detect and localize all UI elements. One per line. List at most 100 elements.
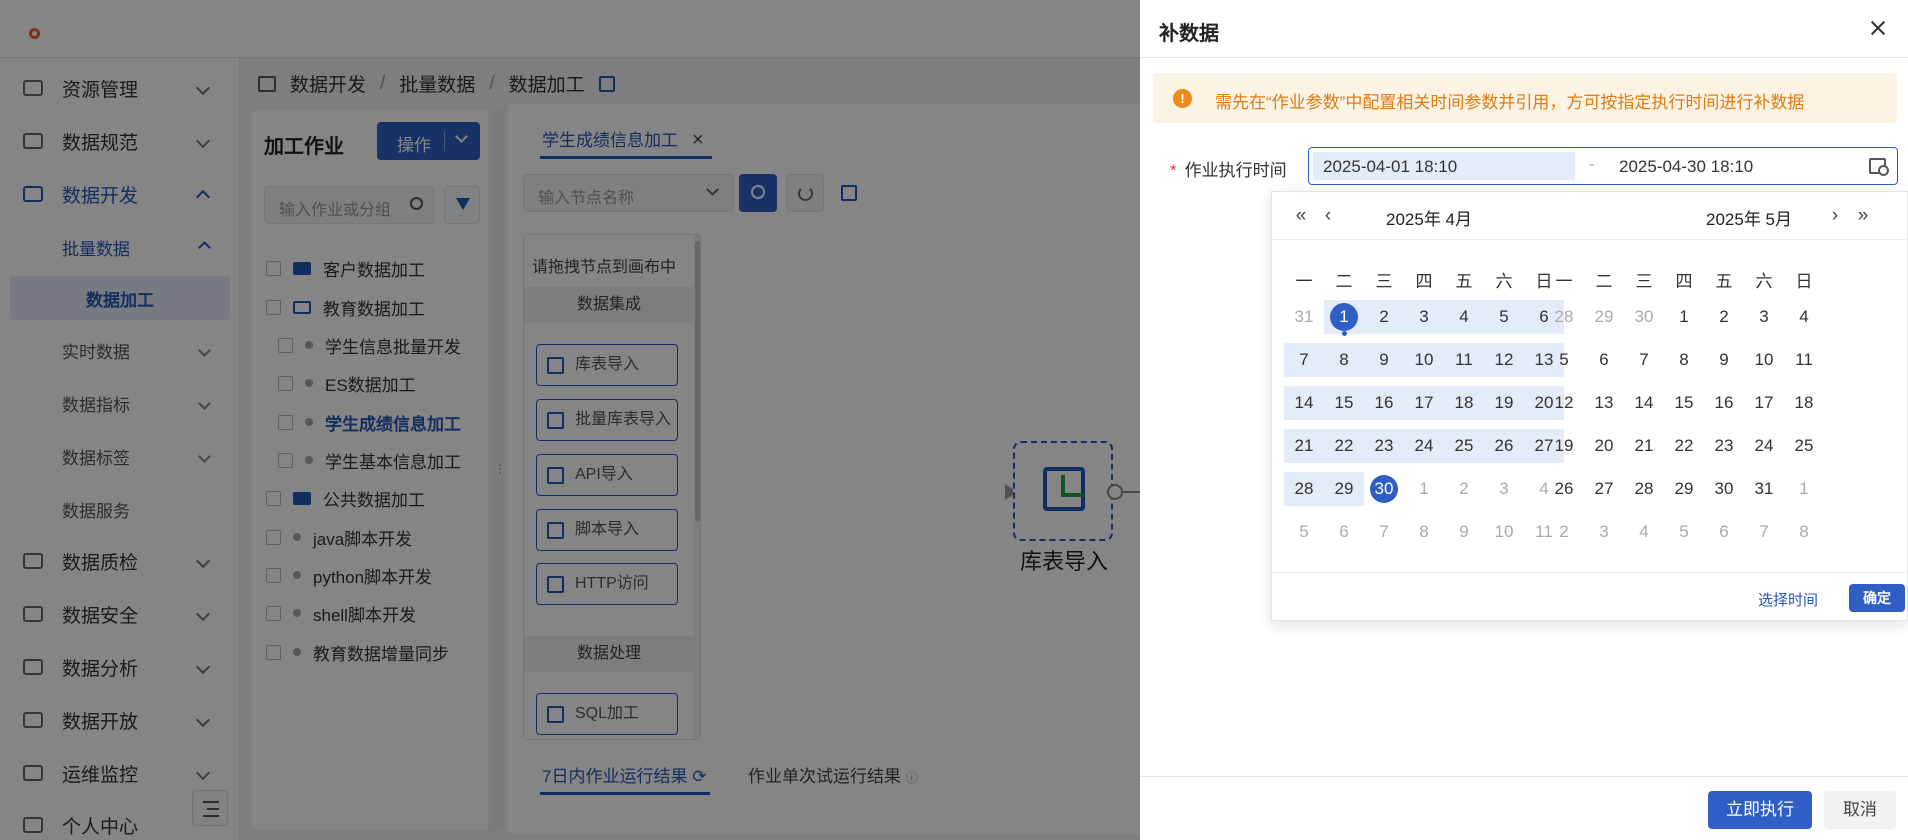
- calendar-day[interactable]: 5: [1544, 343, 1584, 377]
- calendar-day[interactable]: 22: [1324, 429, 1364, 463]
- calendar-day[interactable]: 27: [1584, 472, 1624, 506]
- run-now-button[interactable]: 立即执行: [1708, 791, 1812, 829]
- calendar-day[interactable]: 10: [1744, 343, 1784, 377]
- calendar-day[interactable]: 24: [1404, 429, 1444, 463]
- date-range-input[interactable]: 2025-04-01 18:10 - 2025-04-30 18:10: [1308, 147, 1898, 185]
- calendar-day[interactable]: 10: [1404, 343, 1444, 377]
- calendar-day[interactable]: 12: [1544, 386, 1584, 420]
- calendar-day[interactable]: 2: [1704, 300, 1744, 334]
- select-time-link[interactable]: 选择时间: [1758, 589, 1818, 610]
- calendar-day[interactable]: 23: [1364, 429, 1404, 463]
- picker-header: « ‹ 2025年 4月 2025年 5月 › »: [1272, 192, 1908, 240]
- calendar-day[interactable]: 15: [1664, 386, 1704, 420]
- calendar-day[interactable]: 23: [1704, 429, 1744, 463]
- calendar-day[interactable]: 1: [1664, 300, 1704, 334]
- calendar-day[interactable]: 30: [1704, 472, 1744, 506]
- calendar-day[interactable]: 29: [1584, 300, 1624, 334]
- calendar-day[interactable]: 31: [1744, 472, 1784, 506]
- calendar-clock-icon[interactable]: [1869, 158, 1889, 176]
- weekday-header: 一: [1555, 272, 1573, 291]
- calendar-day[interactable]: 14: [1284, 386, 1324, 420]
- left-month-title[interactable]: 2025年 4月: [1386, 205, 1472, 230]
- calendar-day[interactable]: 4: [1784, 300, 1824, 334]
- calendar-day[interactable]: 28: [1544, 300, 1584, 334]
- calendar-day[interactable]: 5: [1284, 515, 1324, 549]
- calendar-day[interactable]: 1: [1404, 472, 1444, 506]
- calendar-day[interactable]: 3: [1584, 515, 1624, 549]
- calendar-day[interactable]: 7: [1744, 515, 1784, 549]
- calendar-day[interactable]: 20: [1584, 429, 1624, 463]
- calendar-day[interactable]: 10: [1484, 515, 1524, 549]
- calendar-day[interactable]: 9: [1364, 343, 1404, 377]
- drawer-title: 补数据: [1159, 23, 1219, 45]
- calendar-day[interactable]: 29: [1664, 472, 1704, 506]
- calendar-day[interactable]: 8: [1664, 343, 1704, 377]
- calendar-day[interactable]: 8: [1784, 515, 1824, 549]
- end-date-field[interactable]: 2025-04-30 18:10: [1609, 152, 1859, 180]
- calendar-day[interactable]: 9: [1444, 515, 1484, 549]
- calendar-day[interactable]: 3: [1744, 300, 1784, 334]
- calendar-day[interactable]: 2: [1544, 515, 1584, 549]
- calendar-day[interactable]: 17: [1404, 386, 1444, 420]
- next-month-icon[interactable]: ›: [1824, 205, 1846, 227]
- required-mark: *: [1170, 161, 1177, 180]
- field-label: * 作业执行时间: [1170, 156, 1287, 181]
- calendar-day[interactable]: 16: [1364, 386, 1404, 420]
- prev-year-icon[interactable]: «: [1290, 205, 1312, 227]
- modal-mask[interactable]: [0, 0, 1140, 840]
- calendar-day[interactable]: 15: [1324, 386, 1364, 420]
- calendar-day[interactable]: 14: [1624, 386, 1664, 420]
- calendar-day[interactable]: 22: [1664, 429, 1704, 463]
- cancel-button[interactable]: 取消: [1824, 791, 1896, 829]
- calendar-day[interactable]: 6: [1704, 515, 1744, 549]
- calendar-day[interactable]: 28: [1624, 472, 1664, 506]
- calendar-day[interactable]: 21: [1624, 429, 1664, 463]
- calendar-day[interactable]: 8: [1404, 515, 1444, 549]
- warning-icon: !: [1173, 89, 1192, 108]
- calendar-day[interactable]: 24: [1744, 429, 1784, 463]
- calendar-day[interactable]: 26: [1544, 472, 1584, 506]
- calendar-day[interactable]: 25: [1444, 429, 1484, 463]
- close-icon[interactable]: [1866, 16, 1890, 40]
- calendar-day[interactable]: 7: [1364, 515, 1404, 549]
- calendar-day[interactable]: 26: [1484, 429, 1524, 463]
- calendar-day[interactable]: 19: [1544, 429, 1584, 463]
- confirm-button[interactable]: 确定: [1849, 584, 1905, 612]
- calendar-day[interactable]: 2: [1444, 472, 1484, 506]
- calendar-day[interactable]: 30: [1624, 300, 1664, 334]
- calendar-day[interactable]: 28: [1284, 472, 1324, 506]
- calendar-day[interactable]: 11: [1444, 343, 1484, 377]
- calendar-day[interactable]: 3: [1404, 300, 1444, 334]
- calendar-day[interactable]: 12: [1484, 343, 1524, 377]
- calendar-day[interactable]: 9: [1704, 343, 1744, 377]
- calendar-day[interactable]: 5: [1664, 515, 1704, 549]
- calendar-day[interactable]: 6: [1584, 343, 1624, 377]
- calendar-day[interactable]: 29: [1324, 472, 1364, 506]
- calendar-day[interactable]: 18: [1444, 386, 1484, 420]
- calendar-day[interactable]: 1: [1324, 300, 1364, 336]
- calendar-day[interactable]: 13: [1584, 386, 1624, 420]
- calendar-day[interactable]: 4: [1624, 515, 1664, 549]
- right-month-title[interactable]: 2025年 5月: [1706, 205, 1792, 230]
- calendar-day[interactable]: 5: [1484, 300, 1524, 334]
- calendar-day[interactable]: 19: [1484, 386, 1524, 420]
- calendar-day[interactable]: 7: [1284, 343, 1324, 377]
- calendar-day[interactable]: 2: [1364, 300, 1404, 334]
- calendar-day[interactable]: 21: [1284, 429, 1324, 463]
- calendar-day[interactable]: 1: [1784, 472, 1824, 506]
- calendar-day[interactable]: 8: [1324, 343, 1364, 377]
- calendar-day[interactable]: 17: [1744, 386, 1784, 420]
- calendar-day[interactable]: 18: [1784, 386, 1824, 420]
- calendar-day[interactable]: 31: [1284, 300, 1324, 334]
- calendar-day[interactable]: 6: [1324, 515, 1364, 549]
- calendar-day[interactable]: 3: [1484, 472, 1524, 506]
- calendar-day[interactable]: 4: [1444, 300, 1484, 334]
- calendar-day[interactable]: 16: [1704, 386, 1744, 420]
- calendar-day[interactable]: 30: [1364, 472, 1404, 506]
- start-date-field[interactable]: 2025-04-01 18:10: [1313, 152, 1575, 180]
- next-year-icon[interactable]: »: [1852, 205, 1874, 227]
- calendar-day[interactable]: 7: [1624, 343, 1664, 377]
- calendar-day[interactable]: 25: [1784, 429, 1824, 463]
- calendar-day[interactable]: 11: [1784, 343, 1824, 377]
- prev-month-icon[interactable]: ‹: [1317, 205, 1339, 227]
